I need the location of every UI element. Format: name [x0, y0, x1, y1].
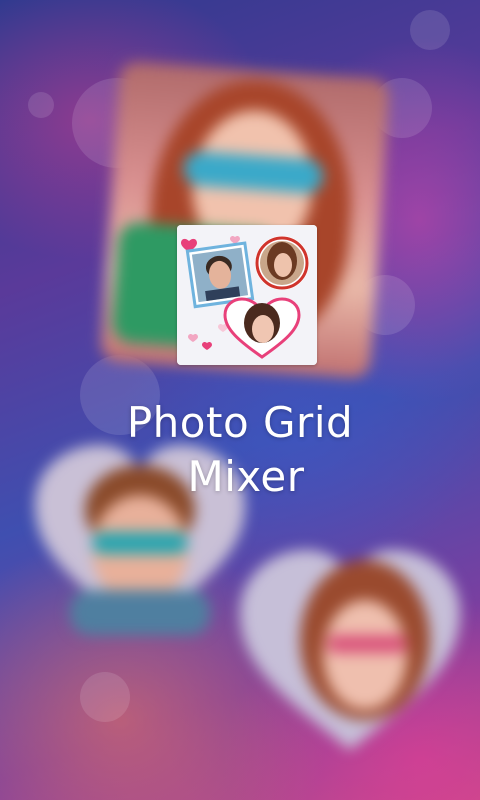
bokeh-light — [28, 92, 54, 118]
bokeh-light — [80, 672, 130, 722]
photo-grid-icon — [177, 225, 317, 365]
splash-screen: Photo Grid Mixer — [0, 0, 480, 800]
background-heart-photo-woman — [235, 545, 465, 755]
app-title-line2: Mixer — [187, 452, 305, 501]
app-title: Photo Grid Mixer — [0, 396, 480, 504]
bokeh-light — [410, 10, 450, 50]
app-icon — [177, 225, 317, 365]
app-title-line1: Photo Grid — [126, 398, 354, 447]
